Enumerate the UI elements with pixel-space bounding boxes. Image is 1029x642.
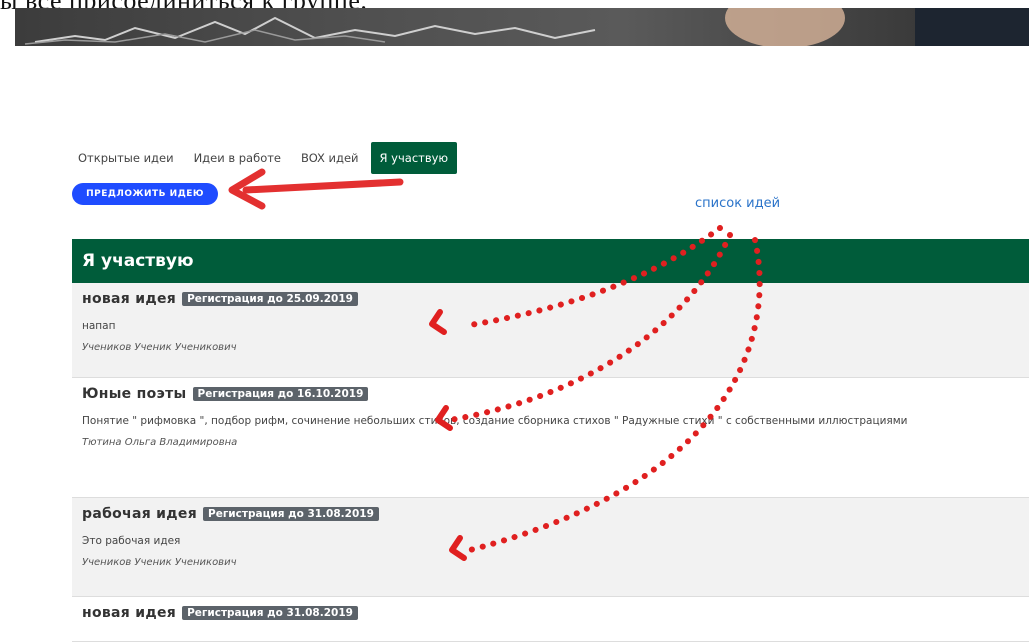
list-item[interactable]: рабочая идея Регистрация до 31.08.2019 Э…: [72, 498, 1029, 597]
idea-author: Учеников Ученик Ученикович: [82, 557, 237, 568]
list-header: Я участвую: [72, 239, 1029, 283]
idea-title-text: рабочая идея: [82, 506, 197, 522]
tab-box-ideas[interactable]: BOX идей: [293, 145, 367, 171]
propose-idea-button[interactable]: ПРЕДЛОЖИТЬ ИДЕЮ: [72, 183, 218, 205]
idea-title: Юные поэты Регистрация до 16.10.2019: [82, 386, 1019, 402]
list-item[interactable]: новая идея Регистрация до 25.09.2019 нап…: [72, 283, 1029, 378]
registration-badge: Регистрация до 25.09.2019: [182, 292, 358, 306]
idea-title-text: новая идея: [82, 605, 177, 621]
registration-badge: Регистрация до 31.08.2019: [182, 606, 358, 620]
ideas-tabs: Открытые идеи Идеи в работе BOX идей Я у…: [70, 142, 461, 174]
idea-title: рабочая идея Регистрация до 31.08.2019: [82, 506, 1019, 522]
tab-open-ideas[interactable]: Открытые идеи: [70, 145, 182, 171]
idea-title-text: новая идея: [82, 291, 177, 307]
annotation-label: список идей: [695, 196, 781, 211]
idea-author: Учеников Ученик Ученикович: [82, 342, 237, 353]
hero-banner: [15, 8, 1029, 46]
ideas-list: Я участвую новая идея Регистрация до 25.…: [72, 239, 1029, 642]
list-item[interactable]: новая идея Регистрация до 31.08.2019: [72, 597, 1029, 642]
idea-author: Тютина Ольга Владимировна: [82, 437, 238, 448]
registration-badge: Регистрация до 31.08.2019: [203, 507, 379, 521]
tab-ideas-in-progress[interactable]: Идеи в работе: [186, 145, 289, 171]
idea-description: напап: [82, 320, 116, 332]
idea-description: Понятие " рифмовка ", подбор рифм, сочин…: [82, 415, 908, 427]
registration-badge: Регистрация до 16.10.2019: [192, 387, 369, 401]
idea-title: новая идея Регистрация до 31.08.2019: [82, 605, 1019, 621]
idea-title: новая идея Регистрация до 25.09.2019: [82, 291, 1019, 307]
tab-participating[interactable]: Я участвую: [370, 142, 458, 174]
idea-title-text: Юные поэты: [82, 386, 187, 402]
idea-description: Это рабочая идея: [82, 535, 181, 547]
ideas-panel: Открытые идеи Идеи в работе BOX идей Я у…: [48, 112, 1029, 642]
stock-chart-graphic: [24, 8, 1029, 46]
list-item[interactable]: Юные поэты Регистрация до 16.10.2019 Пон…: [72, 378, 1029, 498]
